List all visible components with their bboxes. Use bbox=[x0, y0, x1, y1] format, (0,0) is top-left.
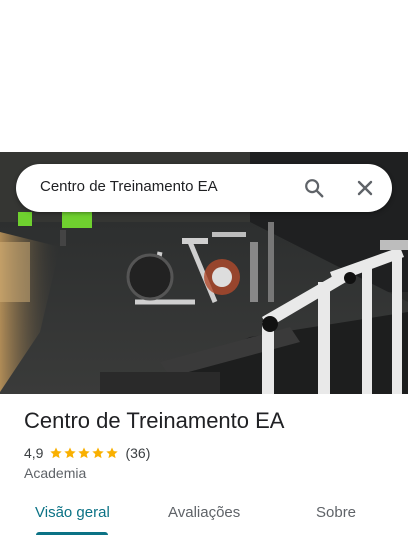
place-category: Academia bbox=[24, 465, 87, 481]
active-tab-indicator bbox=[36, 532, 108, 535]
place-tabs: Visão geral Avaliações Sobre bbox=[0, 492, 408, 536]
search-bar[interactable]: Centro de Treinamento EA bbox=[16, 164, 392, 212]
star-rating bbox=[49, 446, 119, 460]
star-icon bbox=[64, 447, 77, 459]
rating-row[interactable]: 4,9 (36) bbox=[24, 444, 150, 462]
tab-about[interactable]: Sobre bbox=[316, 504, 356, 521]
star-icon bbox=[92, 447, 105, 459]
tab-reviews[interactable]: Avaliações bbox=[168, 504, 240, 521]
review-count[interactable]: (36) bbox=[125, 445, 150, 461]
star-icon bbox=[106, 447, 119, 459]
search-input[interactable]: Centro de Treinamento EA bbox=[40, 178, 218, 195]
tab-overview[interactable]: Visão geral bbox=[35, 504, 110, 521]
place-title: Centro de Treinamento EA bbox=[24, 408, 285, 433]
search-icon[interactable] bbox=[303, 177, 325, 199]
close-icon[interactable] bbox=[355, 178, 375, 198]
star-icon bbox=[50, 447, 63, 459]
star-icon bbox=[78, 447, 91, 459]
rating-value: 4,9 bbox=[24, 445, 44, 461]
